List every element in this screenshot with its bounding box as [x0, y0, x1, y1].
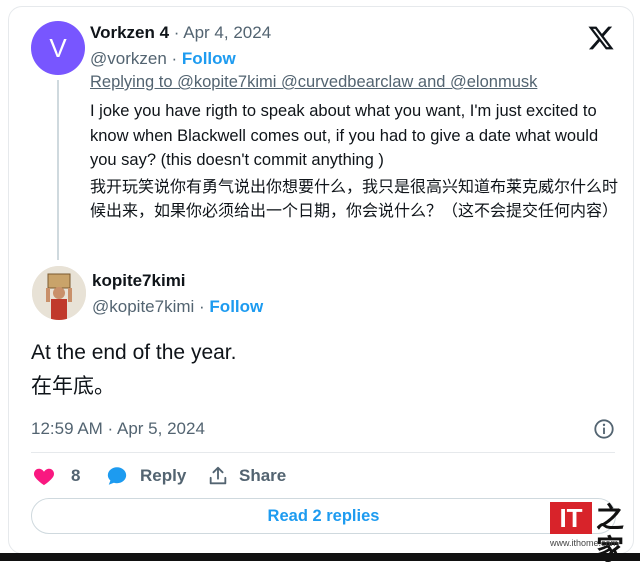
tweet2-handle[interactable]: @kopite7kimi	[92, 297, 194, 316]
bottom-edge-strip	[0, 553, 640, 561]
x-logo-icon[interactable]	[586, 24, 616, 52]
tweet2-timestamp[interactable]: 12:59 AM · Apr 5, 2024	[31, 419, 205, 439]
share-button[interactable]: Share	[207, 464, 286, 488]
read-replies-label: Read 2 replies	[267, 506, 380, 525]
tweet1-display-name[interactable]: Vorkzen 4	[90, 23, 169, 42]
read-replies-button[interactable]: Read 2 replies	[31, 498, 616, 534]
like-count: 8	[71, 466, 81, 485]
share-label: Share	[239, 466, 287, 485]
tweet1-text-en: I joke you have rigth to speak about wha…	[90, 102, 599, 169]
reply-label: Reply	[140, 466, 187, 485]
dot-separator: ·	[199, 297, 210, 316]
tweet2-text-zh: 在年底。	[31, 375, 115, 398]
info-icon[interactable]	[593, 418, 615, 440]
tweet2-follow-link[interactable]: Follow	[209, 297, 263, 316]
tweet1-header: Vorkzen 4 · Apr 4, 2024	[90, 23, 271, 43]
thread-connector-line	[57, 80, 59, 260]
tweet2-display-name[interactable]: kopite7kimi	[92, 271, 186, 290]
tweet1-handle-row: @vorkzen · Follow	[90, 49, 236, 69]
dot-separator: ·	[173, 23, 184, 42]
like-button[interactable]: 8	[33, 464, 80, 488]
divider	[31, 452, 615, 453]
ithome-logo: IT	[550, 502, 592, 534]
tweet1-follow-link[interactable]: Follow	[182, 49, 236, 68]
dot-separator: ·	[171, 49, 182, 68]
heart-icon	[33, 468, 55, 486]
tweet1-handle[interactable]: @vorkzen	[90, 49, 167, 68]
ithome-watermark: IT 之家 www.ithome.com	[550, 502, 636, 565]
reply-bubble-icon	[107, 467, 127, 485]
tweet2-handle-row: @kopite7kimi · Follow	[92, 297, 263, 317]
reply-button[interactable]: Reply	[106, 464, 186, 488]
tweet1-date[interactable]: Apr 4, 2024	[183, 23, 271, 42]
avatar-letter: V	[49, 32, 67, 63]
tweet2-text: At the end of the year. 在年底。	[31, 336, 236, 404]
tweet2-name-row: kopite7kimi	[92, 271, 186, 291]
ithome-url: www.ithome.com	[550, 538, 619, 548]
avatar-photo-icon	[32, 266, 86, 320]
avatar[interactable]	[32, 266, 86, 320]
avatar[interactable]: V	[31, 21, 85, 75]
replying-to-line[interactable]: Replying to @kopite7kimi @curvedbearclaw…	[90, 73, 537, 92]
tweet1-text-zh: 我开玩笑说你有勇气说出你想要什么，我只是很高兴知道布莱克威尔什么时候出来，如果你…	[90, 179, 619, 220]
tweet2-text-en: At the end of the year.	[31, 341, 237, 364]
share-upload-icon	[209, 466, 227, 485]
